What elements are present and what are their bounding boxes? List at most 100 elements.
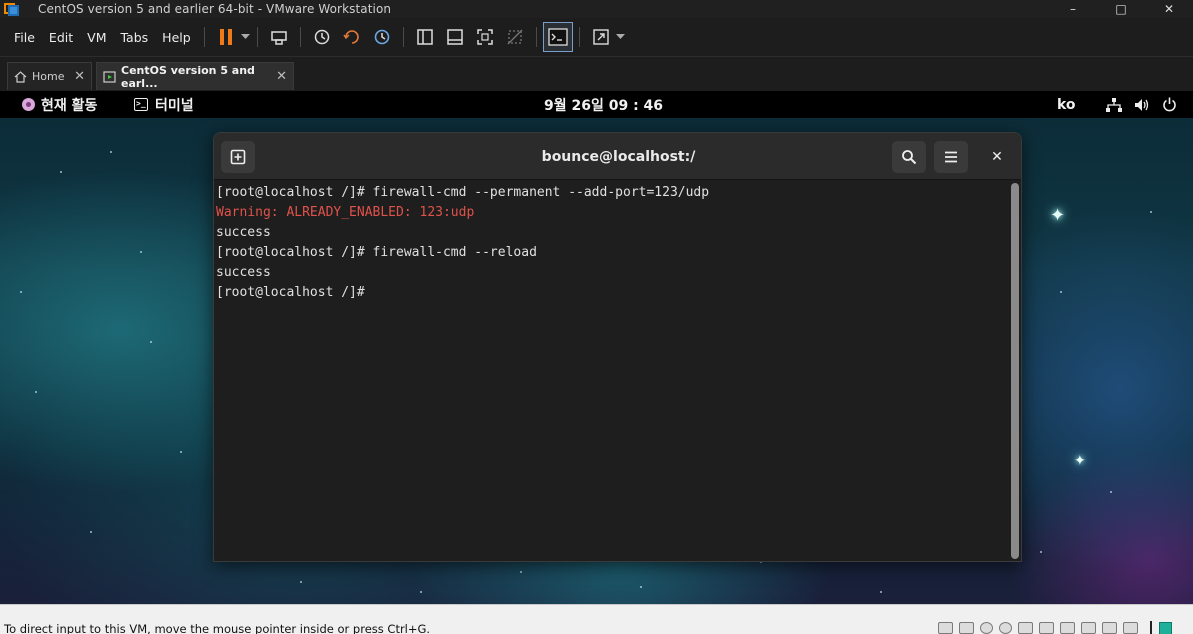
close-vm-tab-icon[interactable]: ✕: [276, 69, 287, 84]
window-controls: – □ ✕: [1049, 0, 1193, 18]
vmware-workstation-window: CentOS version 5 and earlier 64-bit - VM…: [0, 0, 1193, 634]
clock[interactable]: 9월 26일 09 : 46: [544, 91, 663, 118]
volume-icon: [1135, 98, 1149, 111]
hard-disk-icon[interactable]: [959, 622, 974, 634]
revert-snapshot-icon: [343, 30, 359, 44]
library-view-button[interactable]: [411, 23, 439, 51]
chevron-down-icon: [616, 34, 626, 39]
tab-home[interactable]: Home ✕: [7, 62, 92, 90]
vm-console[interactable]: ✦ ✦ 현재 활동 >_ 터미널 9월 26일 09 : 46 ko bounc…: [0, 91, 1193, 604]
terminal-menu-button[interactable]: [934, 141, 968, 173]
message-log-icon[interactable]: [1159, 621, 1172, 634]
menu-edit[interactable]: Edit: [42, 18, 80, 56]
close-window-button[interactable]: ✕: [1145, 0, 1193, 18]
send-ctrl-alt-del-button[interactable]: [265, 23, 293, 51]
menu-help[interactable]: Help: [155, 18, 198, 56]
revert-snapshot-button[interactable]: [338, 23, 366, 51]
sparkle-icon: ✦: [1050, 205, 1066, 226]
menu-file[interactable]: File: [0, 18, 42, 56]
tab-strip: Home ✕ CentOS version 5 and earl... ✕: [0, 56, 1193, 91]
pause-icon: [219, 29, 232, 45]
terminal-scrollbar[interactable]: [1011, 183, 1019, 559]
sparkle-icon: ✦: [1074, 453, 1086, 469]
device-status-icons: [938, 622, 1138, 634]
terminal-window[interactable]: bounce@localhost:/ ✕ [root@localhost /]#…: [213, 132, 1022, 562]
menu-bar: File Edit VM Tabs Help: [0, 18, 1193, 56]
take-snapshot-button[interactable]: [308, 23, 336, 51]
display-icon[interactable]: [1102, 622, 1117, 634]
terminal-close-button[interactable]: ✕: [980, 141, 1014, 173]
fullscreen-button[interactable]: [471, 23, 499, 51]
send-ctrl-alt-del-icon: [270, 31, 287, 45]
thumbnail-view-icon: [446, 29, 463, 45]
toolbar-separator: [299, 27, 301, 47]
library-view-icon: [416, 29, 433, 45]
unity-button[interactable]: [501, 23, 529, 51]
cd-dvd-icon[interactable]: [999, 622, 1012, 634]
window-title: CentOS version 5 and earlier 64-bit - VM…: [38, 2, 392, 16]
cd-dvd-icon[interactable]: [980, 622, 993, 634]
activities-icon: [22, 98, 35, 111]
terminal-line: success: [216, 265, 271, 280]
title-bar: CentOS version 5 and earlier 64-bit - VM…: [0, 0, 1193, 18]
terminal-prompt-line: [root@localhost /]#: [216, 285, 373, 300]
thumbnail-view-button[interactable]: [441, 23, 469, 51]
app-menu-label: 터미널: [155, 97, 194, 114]
minimize-button[interactable]: –: [1049, 0, 1097, 18]
floppy-icon[interactable]: [1123, 622, 1138, 634]
status-divider: [1150, 621, 1152, 634]
system-tray[interactable]: [1106, 91, 1177, 118]
terminal-search-button[interactable]: [892, 141, 926, 173]
pause-button[interactable]: [212, 23, 240, 51]
app-menu-terminal[interactable]: >_ 터미널: [134, 91, 194, 118]
snapshot-manager-icon: [374, 29, 389, 45]
maximize-button[interactable]: □: [1097, 0, 1145, 18]
power-dropdown-button[interactable]: [241, 34, 251, 40]
toolbar-separator: [203, 27, 205, 47]
network-adapter-icon[interactable]: [1018, 622, 1033, 634]
stretch-view-button[interactable]: [587, 23, 615, 51]
network-icon: [1106, 97, 1122, 112]
tab-home-label: Home: [32, 70, 65, 83]
menu-tabs[interactable]: Tabs: [113, 18, 155, 56]
menu-vm[interactable]: VM: [80, 18, 113, 56]
vmware-logo-icon: [4, 1, 20, 17]
toolbar-separator: [256, 27, 258, 47]
snapshot-manager-button[interactable]: [368, 23, 396, 51]
terminal-line: [root@localhost /]# firewall-cmd --reloa…: [216, 245, 537, 260]
terminal-header-bar: bounce@localhost:/ ✕: [214, 133, 1021, 180]
home-icon: [14, 70, 27, 83]
close-home-tab-icon[interactable]: ✕: [74, 69, 85, 84]
sound-card-icon[interactable]: [1081, 622, 1096, 634]
unity-icon: [507, 29, 523, 45]
terminal-app-icon: >_: [134, 98, 148, 111]
status-hint-text: To direct input to this VM, move the mou…: [4, 622, 431, 634]
input-language-indicator[interactable]: ko: [1057, 91, 1076, 118]
status-bar: To direct input to this VM, move the mou…: [0, 604, 1193, 634]
activities-button[interactable]: 현재 활동: [22, 91, 97, 118]
new-terminal-tab-button[interactable]: [221, 141, 255, 173]
search-icon: [902, 150, 917, 165]
stretch-dropdown-button[interactable]: [616, 34, 626, 40]
power-icon: [1163, 97, 1176, 112]
tab-vm-label: CentOS version 5 and earl...: [121, 63, 255, 90]
printer-icon[interactable]: [1060, 622, 1075, 634]
activities-label: 현재 활동: [41, 97, 98, 114]
usb-controller-icon[interactable]: [1039, 622, 1054, 634]
toolbar-separator: [402, 27, 404, 47]
vm-running-icon: [103, 70, 116, 83]
snapshot-icon: [314, 29, 329, 45]
hamburger-menu-icon: [945, 151, 957, 163]
terminal-line-warning: Warning: ALREADY_ENABLED: 123:udp: [216, 205, 475, 220]
terminal-line: [root@localhost /]# firewall-cmd --perma…: [216, 185, 710, 200]
tab-vm[interactable]: CentOS version 5 and earl... ✕: [96, 62, 294, 90]
toolbar-separator: [535, 27, 537, 47]
gnome-top-bar: 현재 활동 >_ 터미널 9월 26일 09 : 46 ko: [0, 91, 1193, 118]
toolbar-separator: [578, 27, 580, 47]
console-view-button[interactable]: [542, 22, 573, 52]
console-view-icon: [548, 28, 568, 46]
chevron-down-icon: [241, 34, 251, 39]
hard-disk-icon[interactable]: [938, 622, 953, 634]
new-tab-icon: [230, 149, 246, 165]
terminal-output[interactable]: [root@localhost /]# firewall-cmd --perma…: [214, 181, 1009, 561]
